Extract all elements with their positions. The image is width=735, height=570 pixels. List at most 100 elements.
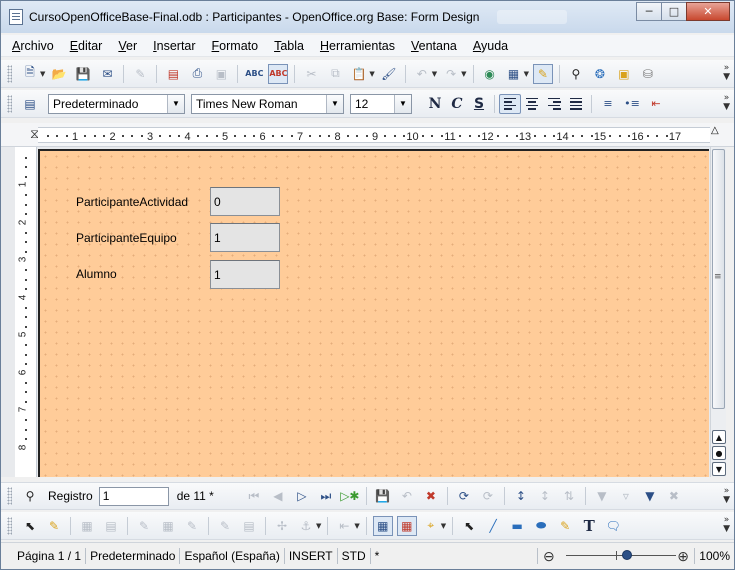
form-navigator-icon[interactable]: ✎ [134,516,154,536]
horizontal-ruler[interactable]: ⧖ 1 2 3 4 5 6 7 8 9 10 11 12 13 14 15 16 17 [1,123,734,147]
toolbar-grip[interactable] [7,516,12,535]
alignment-icon[interactable]: ⇤ [334,516,354,536]
zoom-slider-knob[interactable] [622,550,633,560]
field-input-participante-actividad[interactable]: 0 [210,187,280,216]
menu-archivo[interactable]: Archivo [9,39,57,53]
select-pointer-icon[interactable]: ⬉ [20,516,40,536]
text-icon[interactable]: T [579,516,599,536]
status-insert-mode[interactable]: INSERT [285,548,338,564]
cut-icon[interactable]: ✂ [301,64,321,84]
copy-icon[interactable]: ⧉ [325,64,345,84]
table-icon[interactable]: ▦ [504,64,524,84]
save-record-icon[interactable]: 💾 [373,486,393,506]
font-name-select[interactable]: Times New Roman ▼ [191,93,344,114]
field-label-alumno[interactable]: Alumno [76,267,117,281]
first-record-icon[interactable]: ⏮ [244,486,264,506]
alignment-dropdown-arrow[interactable]: ▼ [354,522,359,530]
undo-icon[interactable]: ↶ [412,64,432,84]
guides-when-moving-icon[interactable]: ⌖ [421,516,441,536]
menu-tabla[interactable]: Tabla [271,39,307,53]
paste-icon[interactable]: 📋 [349,64,369,84]
sort-ascending-icon[interactable]: ↕ [511,486,531,506]
activation-order-icon[interactable]: ✎ [182,516,202,536]
vertical-scrollbar[interactable]: ≡ ▲ ● ▼ [710,147,726,477]
ellipse-icon[interactable]: ⬬ [531,516,551,536]
draw-functions-icon[interactable]: ✎ [532,63,553,84]
format-paintbrush-icon[interactable]: 🖌 [379,64,399,84]
toolbar-grip[interactable] [7,94,12,113]
undo-record-icon[interactable]: ↶ [397,486,417,506]
display-grid-icon[interactable]: ▦ [372,515,393,536]
record-number-input[interactable] [98,486,169,506]
redo-dropdown-arrow[interactable]: ▼ [461,70,466,78]
menu-ayuda[interactable]: Ayuda [470,39,511,53]
navigation-button[interactable]: ● [712,446,726,460]
underline-button[interactable]: S [468,94,490,114]
new-document-icon[interactable]: 🗎 [20,64,40,84]
status-language[interactable]: Español (España) [180,548,285,564]
ruler-scroll-icon[interactable]: △ [711,125,719,136]
previous-page-button[interactable]: ▲ [712,430,726,444]
redo-icon[interactable]: ↷ [441,64,461,84]
control-properties-icon[interactable]: ▦ [77,516,97,536]
status-selection-mode[interactable]: STD [338,548,371,564]
autofilter-icon[interactable]: ▼ [592,486,612,506]
save-icon[interactable]: 💾 [73,64,93,84]
toolbar-overflow-icon[interactable]: » ▼ [723,516,730,534]
navigator-compass-icon[interactable]: ❂ [590,64,610,84]
font-size-select[interactable]: 12 ▼ [350,93,412,114]
next-page-button[interactable]: ▼ [712,462,726,476]
design-mode-icon[interactable]: ✎ [44,516,64,536]
toolbar-grip[interactable] [7,64,12,83]
delete-record-icon[interactable]: ✖ [421,486,441,506]
close-button[interactable]: ✕ [686,2,730,21]
freeform-line-icon[interactable]: ✎ [555,516,575,536]
styles-formatting-icon[interactable]: ▤ [20,94,40,114]
refresh-icon[interactable]: ⟳ [454,486,474,506]
form-properties-icon[interactable]: ▤ [101,516,121,536]
find-replace-icon[interactable]: ⚲ [566,64,586,84]
menu-editar[interactable]: Editar [67,39,106,53]
previous-record-icon[interactable]: ◀ [268,486,288,506]
snap-to-grid-icon[interactable]: ▦ [396,515,417,536]
paragraph-style-select[interactable]: Predeterminado ▼ [48,93,185,114]
vertical-ruler[interactable]: 1 2 3 4 5 6 7 8 [15,147,37,477]
table-dropdown-arrow[interactable]: ▼ [524,70,529,78]
open-folder-icon[interactable]: 📂 [49,64,69,84]
edit-file-icon[interactable]: ✎ [130,64,150,84]
justify-button[interactable] [565,94,587,114]
field-input-alumno[interactable]: 1 [210,260,280,289]
field-input-participante-equipo[interactable]: 1 [210,223,280,252]
align-right-button[interactable] [543,94,565,114]
status-page[interactable]: Página 1 / 1 [1,548,87,564]
anchor-icon[interactable]: ⚓ [296,516,316,536]
zoom-slider[interactable] [566,549,677,563]
toolbar-grip[interactable] [7,487,12,505]
refresh-control-icon[interactable]: ⟳ [478,486,498,506]
zoom-out-icon[interactable]: ⊖ [540,546,558,566]
bullets-icon[interactable]: •≡ [622,94,642,114]
status-zoom[interactable]: 100% [694,548,734,564]
line-icon[interactable]: ╱ [483,516,503,536]
chevron-down-icon[interactable]: ▼ [394,94,411,113]
zoom-in-icon[interactable]: ⊕ [674,546,692,566]
italic-button[interactable]: C [446,94,468,114]
field-label-participante-equipo[interactable]: ParticipanteEquipo [76,231,177,245]
apply-filter-icon[interactable]: ▿ [616,486,636,506]
chevron-down-icon[interactable]: ▼ [167,94,184,113]
menu-herramientas[interactable]: Herramientas [317,39,398,53]
chevron-down-icon[interactable]: ▼ [326,94,343,113]
email-icon[interactable]: ✉ [97,64,117,84]
page-preview-icon[interactable]: ▣ [211,64,231,84]
navigator-icon[interactable]: ◉ [480,64,500,84]
new-dropdown-arrow[interactable]: ▼ [40,70,45,78]
find-record-icon[interactable]: ⚲ [20,486,40,506]
field-label-participante-actividad[interactable]: ParticipanteActividad [76,195,188,209]
last-record-icon[interactable]: ⏭ [316,486,336,506]
autospellcheck-icon[interactable]: ABC [268,63,289,84]
standard-filter-icon[interactable]: ▼ [640,486,660,506]
toolbar-overflow-icon[interactable]: » ▼ [723,64,730,82]
callout-icon[interactable]: 🗨 [603,516,623,536]
add-field-icon[interactable]: ▦ [158,516,178,536]
toolbar-overflow-icon[interactable]: » ▼ [723,487,730,505]
